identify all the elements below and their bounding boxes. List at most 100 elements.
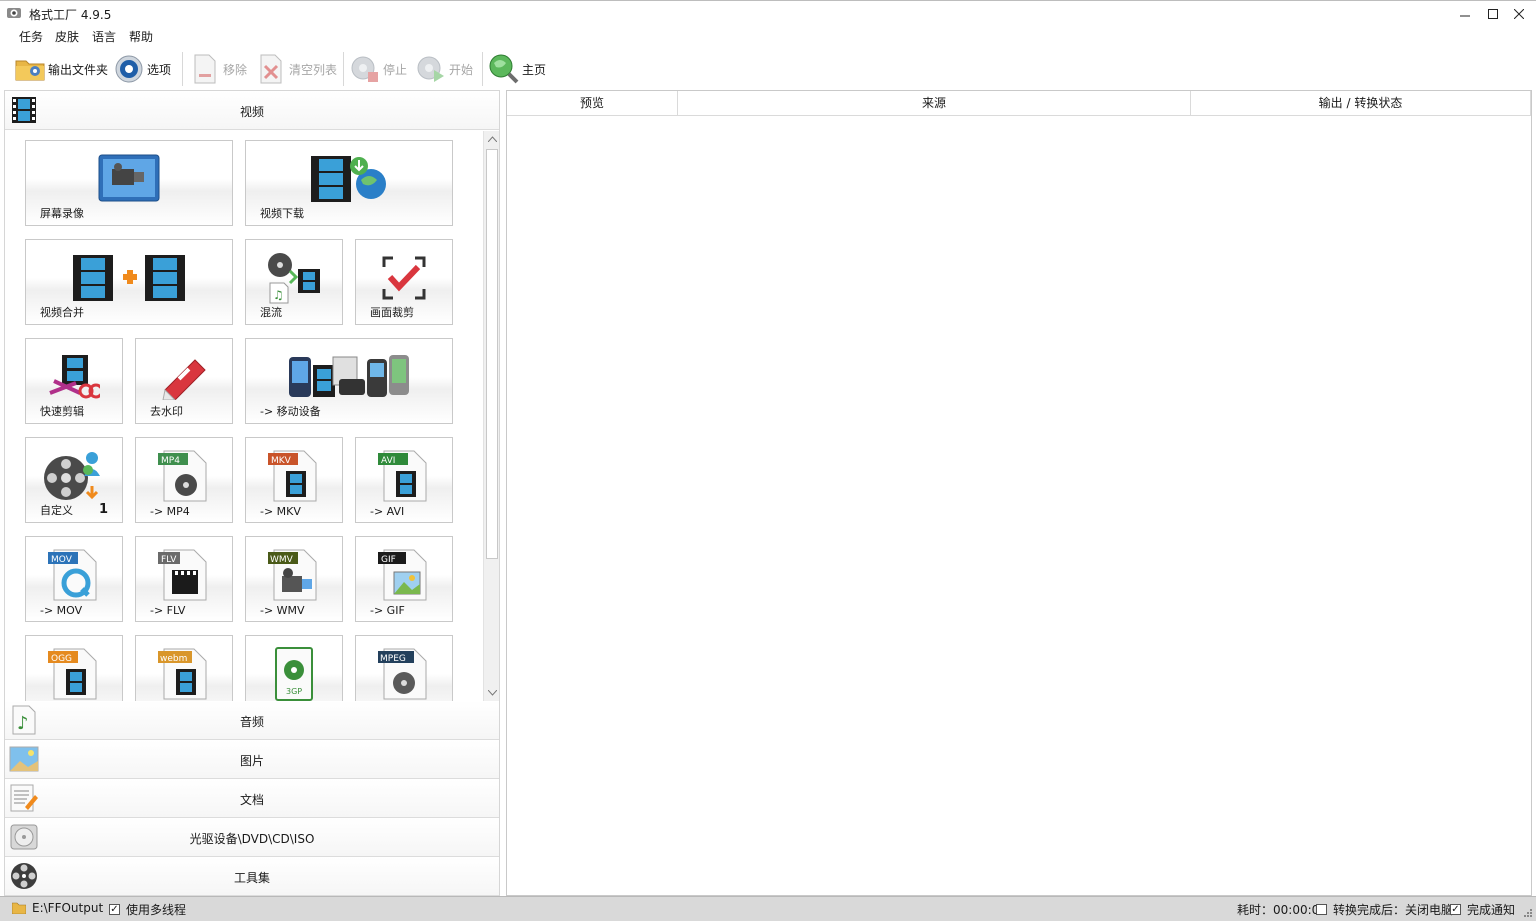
menu-bar: 任务 皮肤 语言 帮助 <box>0 26 1536 46</box>
tile-to-3gp[interactable]: 3GP <box>245 635 343 701</box>
menu-skin[interactable]: 皮肤 <box>55 28 79 45</box>
menu-language[interactable]: 语言 <box>92 28 116 45</box>
mp4-file-icon: MP4 <box>136 446 232 506</box>
scroll-up-arrow-icon[interactable] <box>484 131 499 147</box>
3gp-file-icon: 3GP <box>246 644 342 701</box>
multithread-check-mark: ✓ <box>109 903 120 915</box>
mov-file-icon: MOV <box>26 545 122 605</box>
tile-quick-clip[interactable]: 快速剪辑 <box>25 338 123 424</box>
folder-small-icon <box>12 902 26 914</box>
tile-crop[interactable]: 画面裁剪 <box>355 239 453 325</box>
svg-text:♫: ♫ <box>273 288 284 302</box>
toolbar-separator <box>182 52 183 86</box>
tile-to-mp4[interactable]: MP4 -> MP4 <box>135 437 233 523</box>
output-path[interactable]: E:\FFOutput <box>12 901 103 915</box>
video-tiles-area: 屏幕录像 视频下载 视频合并 ♫ 混流 画面裁剪 快速剪辑 去水印 -> 移动设… <box>5 131 499 701</box>
webm-file-icon: webm <box>136 644 232 701</box>
column-preview[interactable]: 预览 <box>507 91 678 116</box>
webm-tag: webm <box>160 654 187 664</box>
video-download-icon <box>246 149 452 209</box>
toolbar-separator <box>343 52 344 86</box>
tile-to-flv[interactable]: FLV -> FLV <box>135 536 233 622</box>
column-output-status[interactable]: 输出 / 转换状态 <box>1191 91 1531 116</box>
multithread-checkbox[interactable]: ✓ 使用多线程 <box>109 901 186 918</box>
flv-tag: FLV <box>161 555 177 565</box>
mkv-tag: MKV <box>271 456 292 466</box>
mpeg-file-icon: MPEG <box>356 644 452 701</box>
app-logo-icon <box>6 6 22 20</box>
video-join-icon <box>26 248 232 308</box>
shutdown-check-box <box>1316 904 1327 915</box>
stop-icon <box>349 53 381 85</box>
tile-to-wmv[interactable]: WMV -> WMV <box>245 536 343 622</box>
tile-to-avi[interactable]: AVI -> AVI <box>355 437 453 523</box>
window-title: 格式工厂 4.9.5 <box>29 8 112 22</box>
remove-button[interactable]: 移除 <box>189 50 247 88</box>
tile-remove-watermark[interactable]: 去水印 <box>135 338 233 424</box>
flv-file-icon: FLV <box>136 545 232 605</box>
title-bar: 格式工厂 4.9.5 <box>0 0 1536 26</box>
options-button[interactable]: 选项 <box>113 50 171 88</box>
folder-icon <box>14 53 46 85</box>
mov-tag: MOV <box>51 555 73 565</box>
category-tools[interactable]: 工具集 <box>5 857 499 896</box>
tiles-scrollbar[interactable] <box>483 131 499 701</box>
resize-grip-icon[interactable] <box>1522 907 1532 917</box>
3gp-tag: 3GP <box>286 687 302 696</box>
elapsed-time: 耗时：00:00:00 <box>1237 903 1327 917</box>
tile-to-ogg[interactable]: OGG <box>25 635 123 701</box>
tile-custom[interactable]: 自定义 1 <box>25 437 123 523</box>
remove-doc-icon <box>189 53 221 85</box>
wmv-file-icon: WMV <box>246 545 342 605</box>
play-icon <box>415 53 447 85</box>
notify-checkbox[interactable]: ✓ 完成通知 <box>1450 901 1515 918</box>
quick-clip-icon <box>26 347 122 407</box>
output-folder-button[interactable]: 输出文件夹 <box>14 50 108 88</box>
category-image[interactable]: 图片 <box>5 740 499 779</box>
clear-list-icon <box>255 53 287 85</box>
notify-check-mark: ✓ <box>1450 903 1461 915</box>
start-button[interactable]: 开始 <box>415 50 473 88</box>
screen-record-icon <box>26 149 232 209</box>
category-video-label: 视频 <box>239 105 264 119</box>
tile-mobile-devices[interactable]: -> 移动设备 <box>245 338 453 424</box>
ogg-tag: OGG <box>51 654 72 664</box>
tile-to-mov[interactable]: MOV -> MOV <box>25 536 123 622</box>
tile-mux[interactable]: ♫ 混流 <box>245 239 343 325</box>
menu-help[interactable]: 帮助 <box>129 28 153 45</box>
toolbar-separator <box>482 52 483 86</box>
avi-file-icon: AVI <box>356 446 452 506</box>
remove-watermark-icon <box>136 347 232 407</box>
shutdown-after-checkbox[interactable]: 转换完成后：关闭电脑 <box>1316 901 1453 918</box>
gif-file-icon: GIF <box>356 545 452 605</box>
status-bar: E:\FFOutput ✓ 使用多线程 耗时：00:00:00 转换完成后：关闭… <box>0 896 1536 921</box>
scroll-down-arrow-icon[interactable] <box>484 685 499 701</box>
mobile-devices-icon <box>246 347 452 407</box>
tile-video-join[interactable]: 视频合并 <box>25 239 233 325</box>
gear-icon <box>113 53 145 85</box>
ogg-file-icon: OGG <box>26 644 122 701</box>
tile-screen-record[interactable]: 屏幕录像 <box>25 140 233 226</box>
mkv-file-icon: MKV <box>246 446 342 506</box>
menu-task[interactable]: 任务 <box>19 28 43 45</box>
home-button[interactable]: 主页 <box>488 50 546 88</box>
tile-to-gif[interactable]: GIF -> GIF <box>355 536 453 622</box>
tile-to-mkv[interactable]: MKV -> MKV <box>245 437 343 523</box>
category-rom[interactable]: 光驱设备\DVD\CD\ISO <box>5 818 499 857</box>
wmv-tag: WMV <box>270 555 294 565</box>
tile-video-download[interactable]: 视频下载 <box>245 140 453 226</box>
stop-button[interactable]: 停止 <box>349 50 407 88</box>
tile-to-mpeg[interactable]: MPEG <box>355 635 453 701</box>
task-list[interactable]: 预览 来源 输出 / 转换状态 <box>506 90 1532 896</box>
gif-tag: GIF <box>381 555 396 565</box>
tile-to-webm[interactable]: webm <box>135 635 233 701</box>
scroll-thumb[interactable] <box>486 149 498 559</box>
column-source[interactable]: 来源 <box>678 91 1191 116</box>
mux-icon: ♫ <box>246 248 342 308</box>
category-video[interactable]: 视频 <box>5 91 499 130</box>
category-document[interactable]: 文档 <box>5 779 499 818</box>
mp4-tag: MP4 <box>161 456 180 466</box>
close-button[interactable] <box>1502 3 1536 25</box>
category-audio[interactable]: ♪ 音频 <box>5 701 499 740</box>
clear-list-button[interactable]: 清空列表 <box>255 50 337 88</box>
